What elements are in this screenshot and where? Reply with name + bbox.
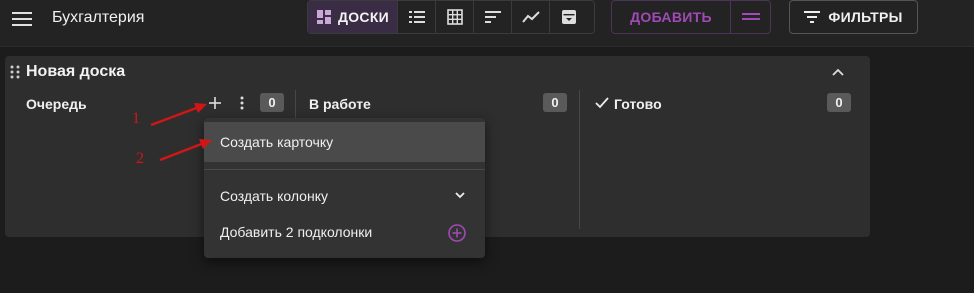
annotation-arrows xyxy=(150,103,212,162)
annotation-arrow-2 xyxy=(159,141,205,162)
annotation-arrow-1 xyxy=(150,105,200,127)
